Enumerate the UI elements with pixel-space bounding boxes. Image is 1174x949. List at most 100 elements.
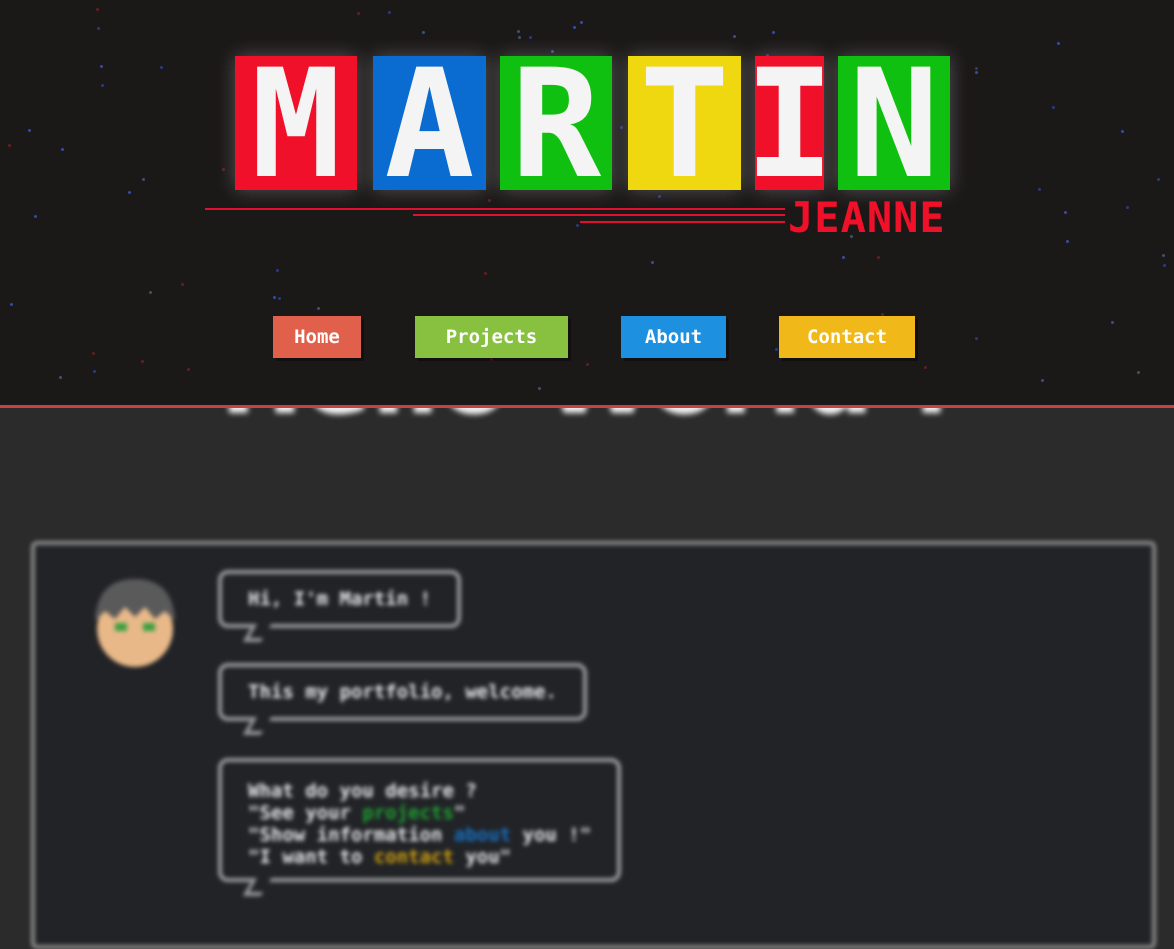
star: [8, 143, 12, 147]
option-contact: "I want to contact you": [248, 846, 591, 868]
about-link[interactable]: about: [454, 824, 511, 846]
star: [1052, 105, 1056, 109]
star: [575, 224, 579, 228]
option-projects: "See your projects": [248, 802, 591, 824]
nav-contact[interactable]: Contact: [779, 316, 915, 358]
star: [1065, 239, 1069, 243]
nav-home[interactable]: Home: [273, 316, 361, 358]
star: [538, 386, 542, 390]
star: [550, 50, 554, 54]
logo-letter-text: R: [510, 56, 602, 190]
logo-letter-text: A: [384, 56, 475, 190]
projects-link[interactable]: projects: [362, 802, 454, 824]
star: [1063, 211, 1067, 215]
star: [275, 268, 279, 272]
question-text: What do you desire ?: [248, 780, 477, 802]
star: [528, 36, 532, 40]
option-text: "Show information: [248, 824, 454, 846]
star: [1110, 321, 1114, 325]
star: [388, 11, 392, 14]
star: [657, 194, 661, 198]
star: [1126, 205, 1130, 209]
star: [1041, 379, 1045, 383]
star: [775, 347, 779, 351]
star: [317, 306, 321, 310]
avatar: [95, 579, 175, 667]
contact-link[interactable]: contact: [374, 846, 454, 868]
star: [924, 365, 928, 369]
star: [93, 370, 97, 374]
star: [1121, 129, 1125, 133]
option-about: "Show information about you !": [248, 824, 591, 846]
star: [1037, 188, 1041, 192]
star: [1162, 254, 1166, 258]
chat-bubble-menu: What do you desire ? "See your projects" "…: [218, 758, 622, 882]
logo-letter-text: M: [250, 56, 342, 190]
star: [488, 199, 491, 203]
option-text: ": [453, 802, 466, 824]
star: [975, 67, 979, 71]
star: [160, 65, 164, 69]
star: [732, 34, 736, 38]
star: [1136, 370, 1140, 374]
option-text: you": [453, 846, 512, 868]
star: [517, 35, 521, 39]
star: [128, 191, 132, 195]
nav-projects[interactable]: Projects: [415, 316, 568, 358]
site-header: M A R T I N JEANNE Home Projects About C…: [0, 0, 1174, 408]
logo-letter-m: M: [235, 56, 357, 190]
star: [841, 255, 845, 259]
star: [60, 147, 64, 151]
star: [141, 177, 145, 181]
star: [877, 256, 881, 260]
star: [141, 359, 145, 363]
star: [99, 65, 103, 69]
nav-about[interactable]: About: [621, 316, 726, 358]
star: [58, 375, 62, 379]
star: [771, 30, 775, 34]
logo-letter-text: T: [639, 56, 730, 190]
chat-bubble-greeting: Hi, I'm Martin !: [218, 570, 462, 628]
option-text: "See your: [248, 802, 363, 824]
star: [619, 125, 623, 129]
star: [101, 84, 105, 88]
star: [96, 8, 100, 12]
logo-letter-text: N: [848, 56, 940, 190]
option-text: "I want to: [248, 846, 374, 868]
star: [974, 71, 978, 75]
star: [975, 337, 979, 341]
logo-letter-text: I: [755, 56, 824, 190]
star: [28, 129, 32, 133]
logo-letter-a: A: [373, 56, 486, 190]
star: [9, 302, 13, 306]
star: [273, 295, 277, 299]
logo-letter-n: N: [838, 56, 950, 190]
star: [651, 260, 655, 264]
star: [489, 357, 493, 361]
star: [187, 368, 191, 372]
star: [483, 272, 487, 276]
star: [356, 11, 360, 15]
star: [181, 282, 185, 286]
star: [149, 291, 153, 295]
star: [97, 27, 101, 31]
logo-letter-i: I: [755, 56, 824, 190]
logo-letter-r: R: [500, 56, 612, 190]
logo-underline: [205, 208, 785, 210]
star: [516, 30, 520, 34]
star: [222, 167, 226, 171]
logo-subtitle: JEANNE: [788, 193, 946, 242]
star: [277, 297, 281, 301]
star: [421, 30, 425, 34]
star: [579, 20, 583, 24]
star: [585, 362, 589, 366]
star: [33, 214, 37, 218]
logo-underline: [580, 221, 785, 223]
star: [1162, 263, 1166, 267]
star: [1157, 178, 1161, 182]
logo-underline: [413, 214, 785, 216]
logo-letter-t: T: [628, 56, 741, 190]
star: [1056, 41, 1060, 45]
option-text: you !": [511, 824, 592, 846]
star: [92, 351, 96, 355]
